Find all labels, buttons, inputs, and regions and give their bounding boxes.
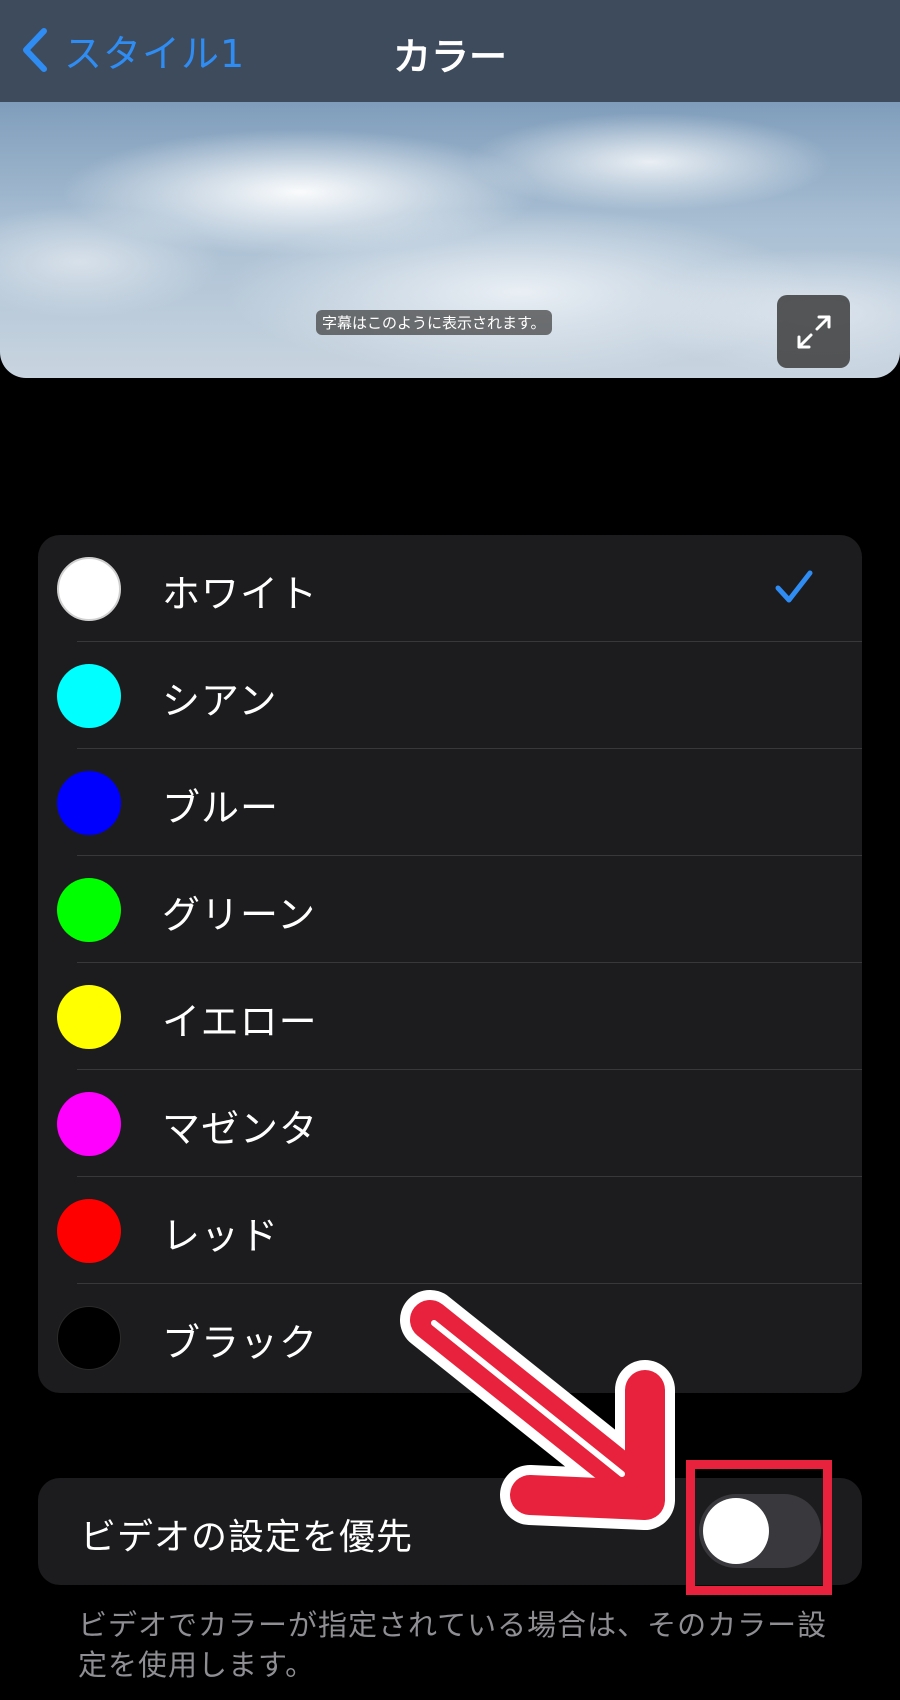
- color-option-label: グリーン: [162, 893, 317, 937]
- caption-sample-text: 字幕はこのように表示されます。: [316, 310, 552, 335]
- color-swatch: [57, 1199, 121, 1263]
- annotation-arrow-icon: [400, 1290, 675, 1530]
- color-option-yellow[interactable]: イエロー: [38, 963, 862, 1070]
- expand-preview-button[interactable]: [777, 295, 850, 368]
- color-swatch: [57, 664, 121, 728]
- color-option-label: ホワイト: [162, 572, 319, 616]
- color-option-label: シアン: [162, 679, 278, 723]
- caption-preview: 字幕はこのように表示されます。: [0, 102, 900, 378]
- color-option-cyan[interactable]: シアン: [38, 642, 862, 749]
- checkmark-icon: [775, 570, 813, 603]
- color-swatch: [57, 1306, 121, 1370]
- color-option-red[interactable]: レッド: [38, 1177, 862, 1284]
- color-list: ホワイト シアン ブルー グリーン イエロー マゼンタ レッド ブラック: [38, 535, 862, 1393]
- override-video-settings-label: ビデオの設定を優先: [80, 1517, 414, 1558]
- color-option-white[interactable]: ホワイト: [38, 535, 862, 642]
- annotation-highlight-box: [686, 1460, 832, 1595]
- color-option-label: マゼンタ: [162, 1107, 319, 1151]
- expand-icon: [797, 315, 830, 348]
- color-option-blue[interactable]: ブルー: [38, 749, 862, 856]
- color-swatch: [57, 557, 121, 621]
- color-option-label: レッド: [162, 1214, 280, 1258]
- color-option-label: ブラック: [162, 1321, 319, 1365]
- color-swatch: [57, 985, 121, 1049]
- footnote-text: ビデオでカラーが指定されている場合は、そのカラー設定を使用します。: [78, 1608, 828, 1682]
- color-swatch: [57, 878, 121, 942]
- color-swatch: [57, 771, 121, 835]
- color-option-label: イエロー: [162, 1000, 318, 1044]
- color-option-magenta[interactable]: マゼンタ: [38, 1070, 862, 1177]
- navigation-bar: スタイル1 カラー: [0, 0, 900, 102]
- color-option-label: ブルー: [162, 786, 280, 830]
- color-option-green[interactable]: グリーン: [38, 856, 862, 963]
- color-swatch: [57, 1092, 121, 1156]
- page-title: カラー: [392, 35, 507, 79]
